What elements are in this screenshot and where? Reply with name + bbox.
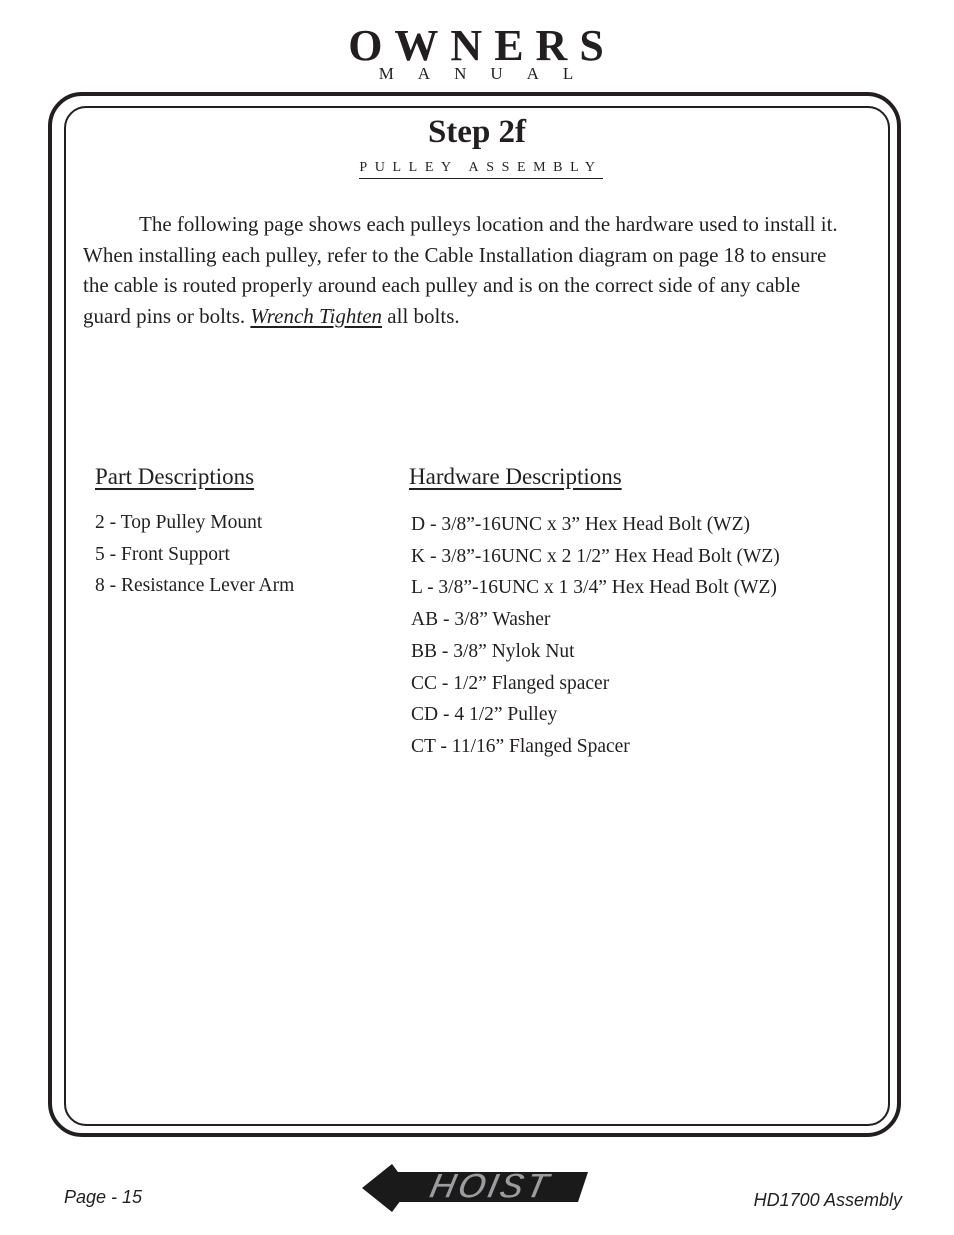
- parts-list: 2 - Top Pulley Mount 5 - Front Support 8…: [95, 507, 294, 602]
- header-subtitle: MANUAL: [378, 64, 598, 83]
- hardware-heading: Hardware Descriptions: [409, 464, 622, 489]
- header-title: OWNERS: [348, 21, 616, 70]
- logo-text: HOIST: [426, 1165, 555, 1206]
- hoist-logo: HOIST: [362, 1164, 588, 1212]
- step-subtitle-container: PULLEY ASSEMBLY: [0, 158, 954, 179]
- hardware-item: K - 3/8”-16UNC x 2 1/2” Hex Head Bolt (W…: [411, 545, 780, 567]
- part-item: 5 - Front Support: [95, 543, 230, 565]
- step-subtitle: PULLEY ASSEMBLY: [359, 159, 603, 179]
- intro-text-end: all bolts.: [382, 303, 460, 328]
- intro-text: The following page shows each pulleys lo…: [83, 212, 838, 328]
- parts-heading: Part Descriptions: [95, 464, 255, 489]
- intro-emphasis: Wrench Tighten: [250, 303, 383, 328]
- step-title: Step 2f: [427, 114, 527, 150]
- intro-paragraph: The following page shows each pulleys lo…: [83, 209, 853, 331]
- hardware-item: CT - 11/16” Flanged Spacer: [411, 735, 630, 757]
- hardware-item: D - 3/8”-16UNC x 3” Hex Head Bolt (WZ): [411, 514, 750, 535]
- hardware-item: L - 3/8”-16UNC x 1 3/4” Hex Head Bolt (W…: [411, 577, 777, 599]
- manual-header: OWNERS MANUAL: [0, 21, 954, 83]
- hardware-item: CD - 4 1/2” Pulley: [411, 704, 558, 726]
- hardware-item: CC - 1/2” Flanged spacer: [411, 672, 610, 694]
- hardware-list: D - 3/8”-16UNC x 3” Hex Head Bolt (WZ) K…: [411, 509, 780, 763]
- part-item: 8 - Resistance Lever Arm: [95, 575, 295, 596]
- hardware-item: BB - 3/8” Nylok Nut: [411, 640, 575, 662]
- part-item: 2 - Top Pulley Mount: [95, 512, 263, 533]
- page-number: Page - 15: [64, 1187, 143, 1207]
- model-label: HD1700 Assembly: [753, 1190, 902, 1210]
- hardware-item: AB - 3/8” Washer: [411, 609, 551, 631]
